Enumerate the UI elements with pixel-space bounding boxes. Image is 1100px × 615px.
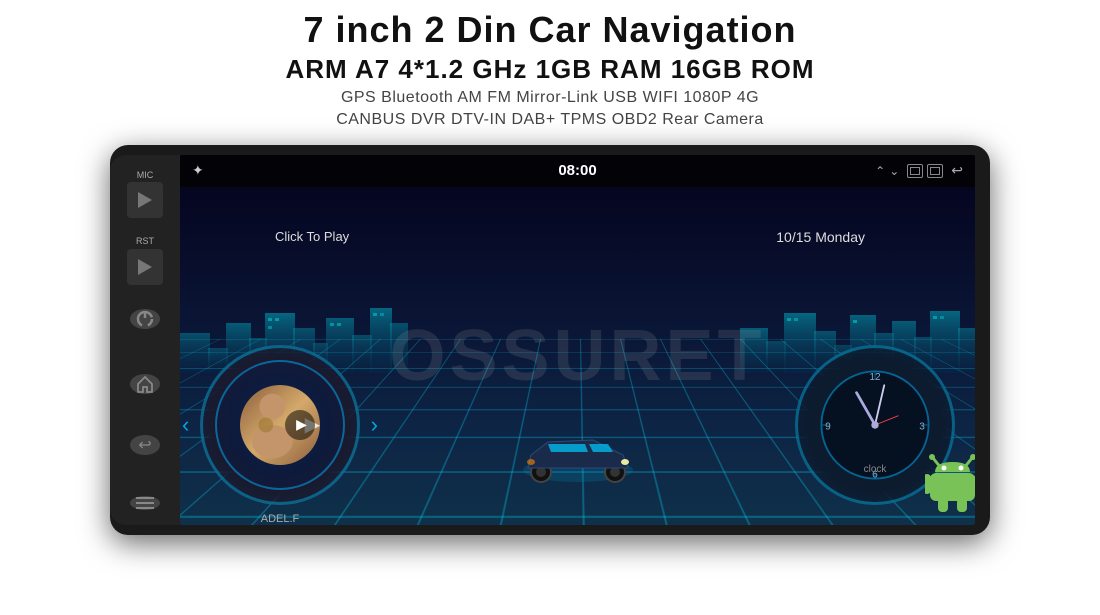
bezel-right bbox=[975, 155, 990, 525]
status-time: 08:00 bbox=[558, 162, 596, 179]
artist-name: ADEL.F bbox=[200, 513, 360, 525]
device-container: MIC RST bbox=[60, 145, 1040, 535]
android-logo bbox=[925, 450, 975, 515]
status-bar: ✦ 08:00 ⌃ ⌄ ↩ bbox=[180, 155, 975, 187]
status-left: ✦ bbox=[192, 162, 204, 179]
rst-label: RST bbox=[136, 236, 154, 247]
status-right: ⌃ ⌄ ↩ bbox=[875, 162, 963, 179]
window-btn2 bbox=[927, 164, 943, 178]
window-btn1 bbox=[907, 164, 923, 178]
date-display: 10/15 Monday bbox=[776, 229, 865, 245]
side-panel: MIC RST bbox=[110, 155, 180, 525]
click-to-play-label: Click To Play bbox=[275, 229, 349, 244]
power-button[interactable] bbox=[130, 309, 160, 329]
main-title: 7 inch 2 Din Car Navigation bbox=[20, 10, 1080, 50]
prev-button[interactable]: ‹ bbox=[182, 412, 189, 438]
clock-label: clock bbox=[864, 464, 887, 475]
next-button[interactable]: › bbox=[371, 412, 378, 438]
bluetooth-icon: ✦ bbox=[192, 162, 204, 179]
mic-button[interactable] bbox=[127, 182, 163, 218]
rst-button[interactable] bbox=[127, 249, 163, 285]
car-illustration bbox=[513, 420, 643, 495]
device-outer: MIC RST bbox=[110, 145, 990, 535]
home-button[interactable] bbox=[130, 374, 160, 394]
page-container: 7 inch 2 Din Car Navigation ARM A7 4*1.2… bbox=[0, 0, 1100, 535]
svg-text:9: 9 bbox=[825, 421, 831, 432]
back-button[interactable]: ↩ bbox=[130, 435, 160, 455]
music-player[interactable]: ‹ › ▶ ADEL.F bbox=[200, 345, 360, 505]
features-line1: GPS Bluetooth AM FM Mirror-Link USB WIFI… bbox=[20, 89, 1080, 107]
back-nav-icon: ↩ bbox=[951, 162, 963, 179]
music-ring-inner bbox=[215, 360, 345, 490]
top-section: 7 inch 2 Din Car Navigation ARM A7 4*1.2… bbox=[0, 0, 1100, 137]
menu-button[interactable] bbox=[130, 496, 160, 510]
window-buttons bbox=[907, 164, 943, 178]
nav-arrows: ⌃ ⌄ bbox=[875, 164, 899, 178]
svg-text:3: 3 bbox=[919, 421, 925, 432]
main-screen: ✦ 08:00 ⌃ ⌄ ↩ bbox=[180, 155, 975, 525]
screen-background: OSSURET bbox=[180, 187, 975, 525]
specs-line: ARM A7 4*1.2 GHz 1GB RAM 16GB ROM bbox=[20, 54, 1080, 85]
play-button[interactable]: ▶ bbox=[285, 410, 315, 440]
features-line2: CANBUS DVR DTV-IN DAB+ TPMS OBD2 Rear Ca… bbox=[20, 111, 1080, 129]
down-arrow-icon: ⌄ bbox=[889, 164, 899, 178]
up-arrow-icon: ⌃ bbox=[875, 164, 885, 178]
mic-label: MIC bbox=[137, 170, 154, 181]
